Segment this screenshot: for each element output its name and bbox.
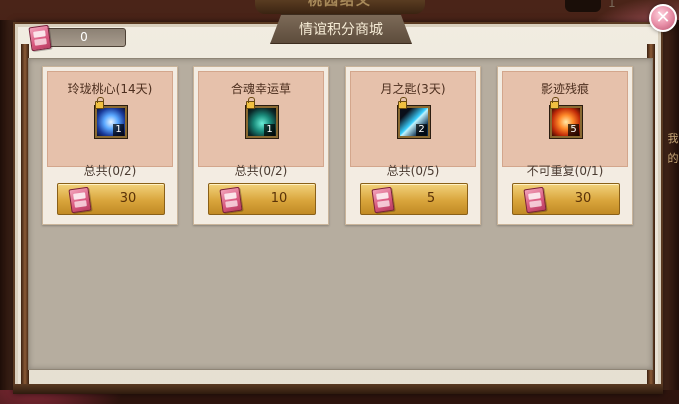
shop-item-card: 月之匙(3天) 2 总共(0/5) 5 [345,66,481,225]
lock-icon [398,97,407,109]
buy-button[interactable]: 30 [512,183,620,215]
item-slot[interactable]: 1 [246,106,278,138]
item-name: 合魂幸运草 [230,82,291,96]
item-name: 影迹残痕 [540,82,589,96]
item-count: 5 [568,124,579,136]
friendship-ticket-icon [219,186,243,214]
scene-side-label: 的 [667,152,679,165]
purchase-limit: 不可重复(0/1) [526,164,604,178]
item-slot[interactable]: 5 [550,106,582,138]
shop-item-card: 合魂幸运草 1 总共(0/2) 10 [193,66,329,225]
friendship-ticket-icon [371,186,395,214]
scene-coin-slot [565,0,601,12]
purchase-limit: 总共(0/2) [234,164,288,178]
close-button[interactable]: ✕ [649,4,677,32]
scene-banner: 桃园结义 [255,0,425,14]
friendship-ticket-icon [68,186,92,214]
item-slot[interactable]: 1 [95,106,127,138]
lock-icon [95,97,104,109]
item-name: 玲珑桃心(14天) [67,82,153,96]
scene-right-pillar [663,20,679,390]
friendship-ticket-icon [28,24,52,52]
item-price: 10 [270,191,288,206]
item-name: 月之匙(3天) [380,82,446,96]
points-display: 0 [28,24,126,52]
friendship-ticket-icon [523,186,547,214]
item-price: 30 [119,191,137,206]
item-price: 30 [574,191,592,206]
card-header: 玲珑桃心(14天) 1 [47,71,173,167]
purchase-limit: 总共(0/2) [83,164,137,178]
item-price: 5 [426,191,436,206]
buy-button[interactable]: 5 [360,183,468,215]
item-count: 1 [264,124,275,136]
item-count: 2 [416,124,427,136]
card-header: 合魂幸运草 1 [198,71,324,167]
close-icon: ✕ [655,7,671,28]
lock-icon [550,97,559,109]
card-header: 影迹残痕 5 [502,71,628,167]
shop-item-card: 玲珑桃心(14天) 1 总共(0/2) 30 [42,66,178,225]
scene-side-label: 我 [667,132,679,145]
shop-title: 情谊积分商城 [270,14,412,44]
scene-corner-number: 1 [608,0,616,10]
panel-bottom-rail [13,384,663,394]
shop-item-card: 影迹残痕 5 不可重复(0/1) 30 [497,66,633,225]
purchase-limit: 总共(0/5) [386,164,440,178]
item-count: 1 [113,124,124,136]
buy-button[interactable]: 10 [208,183,316,215]
buy-button[interactable]: 30 [57,183,165,215]
item-slot[interactable]: 2 [398,106,430,138]
points-value: 0 [42,28,126,47]
lock-icon [246,97,255,109]
card-header: 月之匙(3天) 2 [350,71,476,167]
